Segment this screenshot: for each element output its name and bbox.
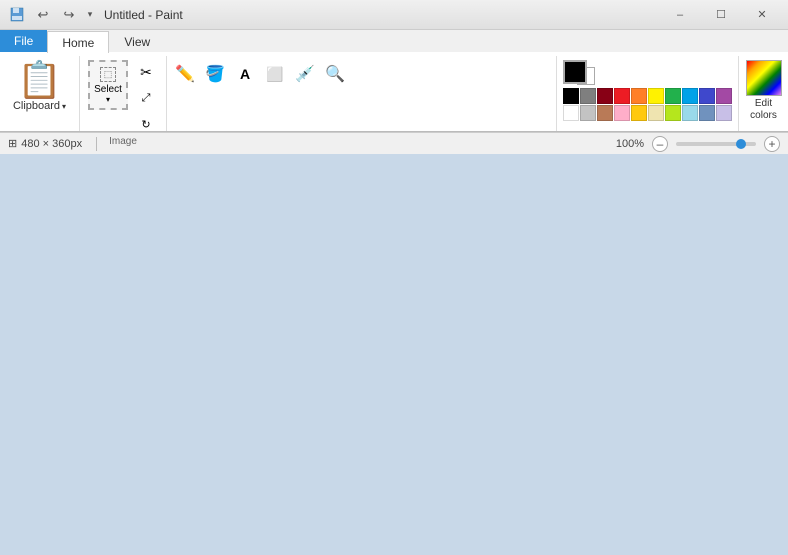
color-swatch-1-8[interactable] — [699, 105, 715, 121]
select-button[interactable]: ⬚ Select ▾ — [88, 60, 128, 110]
fill-tool[interactable]: 🪣 — [201, 60, 229, 88]
clipboard-dropdown-icon: ▾ — [62, 102, 66, 111]
canvas-dimensions: 480 × 360px — [21, 138, 82, 150]
color-swatch-1-5[interactable] — [648, 105, 664, 121]
zoom-thumb[interactable] — [736, 139, 746, 149]
select-icon: ⬚ — [100, 67, 117, 82]
active-colors — [563, 60, 732, 84]
select-dropdown-icon: ▾ — [106, 95, 110, 104]
color-swatch-1-7[interactable] — [682, 105, 698, 121]
grid-icon: ⊞ — [8, 137, 17, 150]
eyedropper-tool[interactable]: 💉 — [291, 60, 319, 88]
text-tool[interactable]: A — [231, 60, 259, 88]
color-row-1 — [563, 105, 732, 121]
color-swatch-0-1[interactable] — [580, 88, 596, 104]
color-grid — [563, 88, 732, 122]
undo-button[interactable]: ↩ — [32, 4, 54, 26]
color-swatch-0-0[interactable] — [563, 88, 579, 104]
edit-colors-label: Editcolors — [750, 98, 777, 122]
select-tool-group: ⬚ Select ▾ — [88, 60, 128, 136]
close-button[interactable]: ✕ — [742, 1, 782, 29]
qat-dropdown-button[interactable]: ▾ — [84, 4, 96, 26]
zoom-out-button[interactable]: – — [652, 136, 668, 152]
color-swatch-0-6[interactable] — [665, 88, 681, 104]
image-tools-row: ⬚ Select ▾ ✂ ⤢ ↻ — [88, 60, 158, 136]
image-section: ⬚ Select ▾ ✂ ⤢ ↻ Image — [80, 56, 167, 131]
magnifier-tool[interactable]: 🔍 — [321, 60, 349, 88]
color-palette — [556, 56, 738, 131]
color-swatch-0-2[interactable] — [597, 88, 613, 104]
tab-home[interactable]: Home — [47, 31, 109, 53]
minimize-button[interactable]: – — [660, 1, 700, 29]
color-swatch-0-7[interactable] — [682, 88, 698, 104]
color-swatch-0-4[interactable] — [631, 88, 647, 104]
color-swatch-1-3[interactable] — [614, 105, 630, 121]
dimensions-section: ⊞ 480 × 360px — [8, 137, 82, 150]
color-swatch-1-0[interactable] — [563, 105, 579, 121]
clipboard-section[interactable]: 📋 Clipboard ▾ — [0, 56, 80, 131]
maximize-button[interactable]: ☐ — [701, 1, 741, 29]
zoom-area: 100% – + — [616, 136, 780, 152]
color-swatch-0-5[interactable] — [648, 88, 664, 104]
color-swatch-1-4[interactable] — [631, 105, 647, 121]
color-swatch-1-1[interactable] — [580, 105, 596, 121]
image-section-label: Image — [88, 136, 158, 149]
qat: ↩ ↪ ▾ — [6, 4, 96, 26]
ribbon-tabs: File Home View — [0, 30, 788, 52]
zoom-in-button[interactable]: + — [764, 136, 780, 152]
pencil-tool[interactable]: ✏️ — [171, 60, 199, 88]
color-row-0 — [563, 88, 732, 104]
color1-swatch[interactable] — [563, 60, 587, 84]
tab-view[interactable]: View — [109, 30, 165, 52]
image-small-tools: ✂ ⤢ ↻ — [130, 60, 158, 136]
status-divider-1 — [96, 137, 97, 151]
color-swatch-0-8[interactable] — [699, 88, 715, 104]
color-swatch-0-9[interactable] — [716, 88, 732, 104]
clipboard-label: Clipboard ▾ — [13, 100, 66, 112]
tools-area: ✏️ 🪣 A ⬜ 💉 🔍 — [167, 56, 556, 131]
rainbow-icon — [746, 60, 782, 96]
color-swatch-1-2[interactable] — [597, 105, 613, 121]
zoom-level: 100% — [616, 138, 644, 150]
crop-button[interactable]: ✂ — [134, 60, 158, 84]
select-label: Select — [94, 84, 122, 95]
save-button[interactable] — [6, 4, 28, 26]
color-swatch-1-6[interactable] — [665, 105, 681, 121]
color-swatch-0-3[interactable] — [614, 88, 630, 104]
tab-file[interactable]: File — [0, 30, 47, 52]
redo-button[interactable]: ↪ — [58, 4, 80, 26]
rotate-button[interactable]: ↻ — [134, 112, 158, 136]
ribbon: 📋 Clipboard ▾ ⬚ Select ▾ ✂ ⤢ ↻ Image — [0, 52, 788, 132]
clipboard-icon: 📋 — [17, 62, 62, 98]
title-bar: ↩ ↪ ▾ Untitled - Paint – ☐ ✕ — [0, 0, 788, 30]
window-title: Untitled - Paint — [104, 8, 660, 22]
resize-button[interactable]: ⤢ — [134, 86, 158, 110]
zoom-slider[interactable] — [676, 142, 756, 146]
edit-colors-section[interactable]: Editcolors — [738, 56, 788, 131]
color-swatch-1-9[interactable] — [716, 105, 732, 121]
eraser-tool[interactable]: ⬜ — [261, 60, 289, 88]
window-controls: – ☐ ✕ — [660, 1, 782, 29]
